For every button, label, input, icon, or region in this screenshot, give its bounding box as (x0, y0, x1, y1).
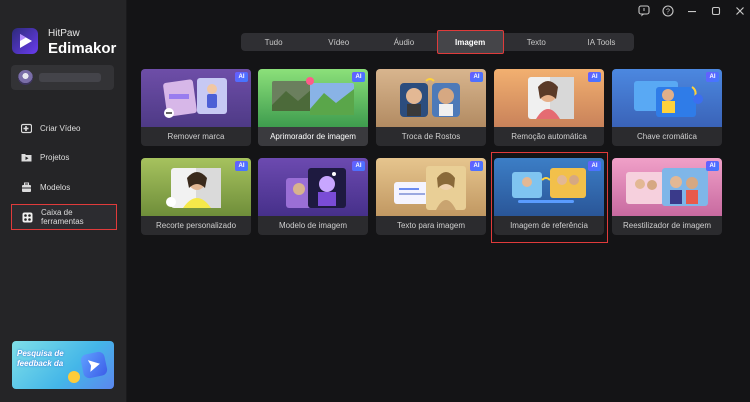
tab-imagem[interactable]: Imagem (436, 30, 504, 54)
tool-card-remocao-automatica[interactable]: AI Remoção automática (494, 69, 604, 146)
account-name-blurred (39, 73, 101, 82)
highlight-outline (491, 152, 608, 243)
ai-badge: AI (235, 72, 248, 82)
tab-video[interactable]: Vídeo (306, 33, 371, 51)
tool-card-label: Texto para imagem (396, 221, 466, 230)
help-icon[interactable]: ? (662, 5, 674, 20)
ai-badge: AI (588, 72, 601, 82)
svg-text:?: ? (666, 9, 670, 16)
watermark-remover-icon: AI (141, 69, 251, 127)
tool-card-remover-marca[interactable]: AI Remover marca (141, 69, 251, 146)
tab-audio[interactable]: Áudio (371, 33, 436, 51)
projects-icon (21, 152, 32, 163)
ai-badge: AI (352, 161, 365, 171)
tool-card-label: Reestilizador de imagem (622, 221, 712, 230)
create-video-icon (20, 123, 33, 134)
sidebar-item-criar-video[interactable]: Criar Vídeo (11, 115, 117, 141)
tool-card-label: Troca de Rostos (401, 132, 461, 141)
image-restyler-icon: AI (612, 158, 722, 216)
templates-icon (21, 182, 32, 193)
sidebar-item-label: Projetos (40, 152, 70, 162)
ai-badge: AI (706, 161, 719, 171)
custom-cutout-icon: AI (141, 158, 251, 216)
tool-card-texto-para-imagem[interactable]: AI Texto para imagem (376, 158, 486, 235)
maximize-icon[interactable] (710, 5, 722, 20)
sidebar-item-modelos[interactable]: Modelos (11, 174, 117, 200)
tool-card-label: Remoção automática (511, 132, 587, 141)
text-to-image-icon: AI (376, 158, 486, 216)
tool-card-reestilizador-de-imagem[interactable]: AI Reestilizador de imagem (612, 158, 722, 235)
tool-card-chave-cromatica[interactable]: AI Chave cromática (612, 69, 722, 146)
tool-card-troca-de-rostos[interactable]: AI Troca de Rostos (376, 69, 486, 146)
chroma-key-icon: AI (612, 69, 722, 127)
tool-card-modelo-de-imagem[interactable]: AI Modelo de imagem (258, 158, 368, 235)
tool-card-label: Chave cromática (636, 132, 698, 141)
account-button[interactable] (11, 65, 114, 90)
brand-name-line1: HitPaw (48, 28, 80, 39)
ai-badge: AI (470, 161, 483, 171)
tool-card-aprimorador-de-imagem[interactable]: AI Aprimorador de imagem (258, 69, 368, 146)
tool-card-label: Modelo de imagem (278, 221, 348, 230)
close-icon[interactable] (734, 5, 746, 20)
image-template-icon: AI (258, 158, 368, 216)
toolbox-icon (22, 212, 33, 223)
minimize-icon[interactable] (686, 5, 698, 20)
send-feedback-icon (79, 350, 109, 380)
feedback-survey-banner[interactable]: Pesquisa de feedback da (12, 341, 114, 389)
avatar (18, 70, 33, 85)
image-enhancer-icon: AI (258, 69, 368, 127)
tool-card-recorte-personalizado[interactable]: AI Recorte personalizado (141, 158, 251, 235)
ai-badge: AI (235, 161, 248, 171)
sidebar-item-label: Criar Vídeo (40, 123, 81, 133)
category-tabs: Tudo Vídeo Áudio Imagem Texto IA Tools (241, 30, 634, 54)
tool-card-label: Recorte personalizado (155, 221, 237, 230)
ai-badge: AI (470, 72, 483, 82)
auto-remove-icon: AI (494, 69, 604, 127)
edimakor-logo-icon (12, 28, 38, 54)
tab-texto[interactable]: Texto (504, 33, 569, 51)
ai-badge: AI (706, 72, 719, 82)
sidebar: HitPaw Edimakor Criar Vídeo Projetos Mod… (0, 0, 127, 402)
tab-ia-tools[interactable]: IA Tools (569, 33, 634, 51)
face-swap-icon: AI (376, 69, 486, 127)
app-window: HitPaw Edimakor Criar Vídeo Projetos Mod… (0, 0, 750, 402)
brand-name-line2: Edimakor (48, 40, 117, 57)
tool-card-label: Aprimorador de imagem (270, 132, 356, 141)
sidebar-item-projetos[interactable]: Projetos (11, 144, 117, 170)
feedback-survey-text: Pesquisa de feedback da (17, 349, 64, 368)
tool-card-label: Remover marca (167, 132, 225, 141)
sidebar-item-label: Caixa de ferramentas (41, 208, 84, 226)
ai-badge: AI (352, 72, 365, 82)
tab-tudo[interactable]: Tudo (241, 33, 306, 51)
sidebar-item-caixa-de-ferramentas[interactable]: Caixa de ferramentas (11, 204, 117, 230)
smiley-emoji-icon (68, 371, 80, 383)
feedback-icon[interactable] (638, 5, 650, 20)
sidebar-item-label: Modelos (40, 182, 71, 192)
